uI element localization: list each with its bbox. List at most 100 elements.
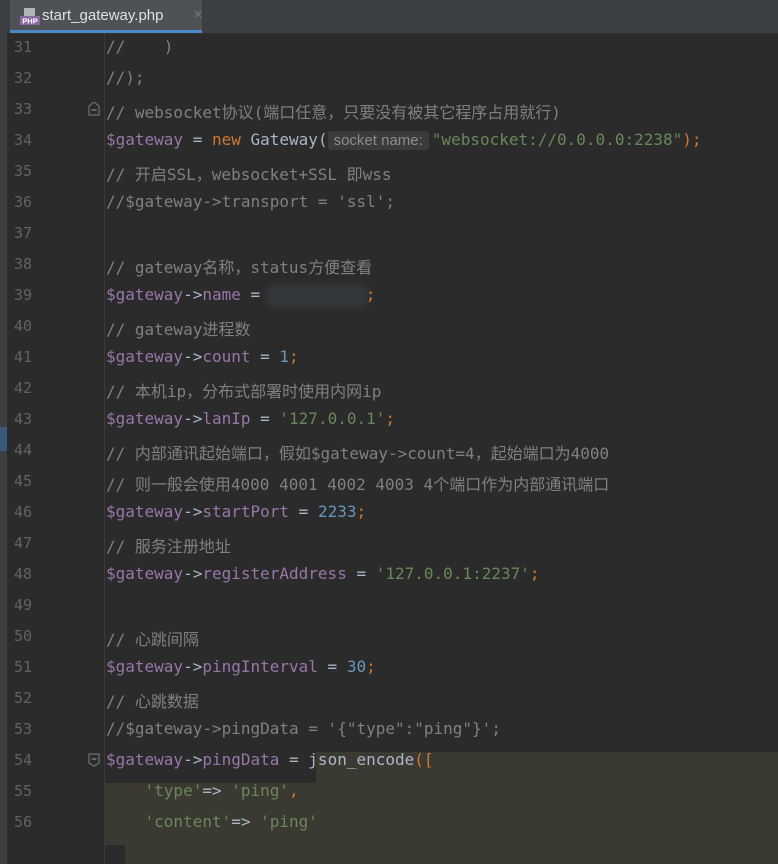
line-number[interactable]: 36 — [14, 193, 44, 211]
line-number[interactable]: 46 — [14, 503, 44, 521]
variable-token: $gateway — [106, 657, 184, 676]
code-text: // ) — [106, 37, 173, 56]
arrow-token: -> — [183, 502, 203, 521]
keyword-token: new — [211, 130, 241, 149]
code-text: $gateway->startPort = 2233; — [106, 502, 366, 521]
line-number[interactable]: 49 — [14, 596, 44, 614]
string-token: "websocket://0.0.0.0:2238" — [431, 130, 683, 149]
line-number[interactable]: 52 — [14, 689, 44, 707]
line-number[interactable]: 32 — [14, 69, 44, 87]
comment-text: // 服务注册地址 — [106, 537, 231, 556]
line-number[interactable]: 44 — [14, 441, 44, 459]
line-number[interactable]: 54 — [14, 751, 44, 769]
line-number[interactable]: 38 — [14, 255, 44, 273]
code-line[interactable]: 52 // 心跳数据 — [0, 684, 778, 715]
string-token: 'ping' — [260, 812, 318, 831]
line-number[interactable]: 42 — [14, 379, 44, 397]
line-number[interactable]: 39 — [14, 286, 44, 304]
code-line[interactable]: 47 // 服务注册地址 — [0, 529, 778, 560]
code-editor[interactable]: 31 // ) 32 //); 33 // websocket协议(端口任意，只要没有被其… — [0, 33, 778, 864]
line-number[interactable]: 43 — [14, 410, 44, 428]
comment-text: // ) — [106, 37, 174, 56]
line-number[interactable]: 34 — [14, 131, 44, 149]
terminator-token: ; — [529, 564, 540, 583]
code-text: // 则一般会使用4000 4001 4002 4003 4个端口作为内部通讯端… — [106, 471, 609, 495]
code-line[interactable]: 53 //$gateway->pingData = '{"type":"ping"… — [0, 715, 778, 746]
code-line[interactable]: 36 //$gateway->transport = 'ssl'; — [0, 188, 778, 219]
code-text: $gateway->pingData = json_encode([ — [106, 750, 434, 769]
code-line[interactable]: 48 $gateway->registerAddress = '127.0.0.1… — [0, 560, 778, 591]
function-token: json_encode — [308, 750, 415, 769]
code-line[interactable]: 34 $gateway = new Gateway(socket name: "we… — [0, 126, 778, 157]
number-token: 30 — [346, 657, 367, 676]
terminator-token: ); — [682, 130, 702, 149]
code-line[interactable]: 31 // ) — [0, 33, 778, 64]
fold-icon[interactable] — [88, 753, 100, 767]
class-token: Gateway( — [240, 130, 328, 149]
line-number[interactable]: 56 — [14, 813, 44, 831]
line-number[interactable]: 41 — [14, 348, 44, 366]
line-number[interactable]: 48 — [14, 565, 44, 583]
line-number[interactable]: 51 — [14, 658, 44, 676]
line-number[interactable]: 31 — [14, 38, 44, 56]
code-line[interactable]: 51 $gateway->pingInterval = 30; — [0, 653, 778, 684]
code-line[interactable]: 46 $gateway->startPort = 2233; — [0, 498, 778, 529]
redacted-value — [269, 287, 366, 304]
line-number[interactable]: 53 — [14, 720, 44, 738]
code-line[interactable]: 41 $gateway->count = 1; — [0, 343, 778, 374]
code-line[interactable]: 50 // 心跳间隔 — [0, 622, 778, 653]
code-line[interactable]: 49 — [0, 591, 778, 622]
code-line[interactable]: 38 // gateway名称，status方便查看 — [0, 250, 778, 281]
tab-start-gateway[interactable]: PHP start_gateway.php × — [10, 0, 203, 33]
line-number[interactable]: 37 — [14, 224, 44, 242]
array-key-token: 'type' — [144, 781, 203, 800]
property-token: name — [202, 285, 241, 304]
code-line[interactable]: 33 // websocket协议(端口任意，只要没有被其它程序占用就行) — [0, 95, 778, 126]
code-text: // 内部通讯起始端口，假如$gateway->count=4，起始端口为400… — [106, 440, 609, 464]
code-line[interactable]: 40 // gateway进程数 — [0, 312, 778, 343]
comment-text: // gateway进程数 — [106, 320, 251, 339]
code-line[interactable]: 35 // 开启SSL，websocket+SSL 即wss — [0, 157, 778, 188]
code-line[interactable]: 56 'content'=> 'ping' — [0, 808, 778, 839]
arrow-token: -> — [183, 564, 203, 583]
code-line[interactable]: 44 // 内部通讯起始端口，假如$gateway->count=4，起始端口为4… — [0, 436, 778, 467]
array-key-token: 'content' — [144, 812, 232, 831]
code-line[interactable]: 43 $gateway->lanIp = '127.0.0.1'; — [0, 405, 778, 436]
code-line[interactable]: 37 — [0, 219, 778, 250]
php-file-icon: PHP — [20, 8, 40, 26]
arrow-token: -> — [183, 657, 203, 676]
editor-tab-bar: PHP start_gateway.php × — [0, 0, 778, 34]
property-token: registerAddress — [202, 564, 347, 583]
variable-token: $gateway — [106, 130, 184, 149]
code-line[interactable]: 42 // 本机ip，分布式部署时使用内网ip — [0, 374, 778, 405]
close-icon[interactable]: × — [193, 7, 203, 21]
arrow-token: -> — [183, 347, 203, 366]
terminator-token: , — [289, 781, 299, 800]
code-text: $gateway->pingInterval = 30; — [106, 657, 376, 676]
variable-token: $gateway — [106, 564, 184, 583]
code-text: $gateway = new Gateway(socket name: "webs… — [106, 130, 702, 150]
operator-token: = — [250, 347, 280, 366]
comment-text: //$gateway->transport = 'ssl'; — [106, 192, 395, 211]
string-token: '127.0.0.1:2237' — [375, 564, 530, 583]
code-line[interactable]: 45 // 则一般会使用4000 4001 4002 4003 4个端口作为内部通… — [0, 467, 778, 498]
line-number[interactable]: 55 — [14, 782, 44, 800]
variable-token: $gateway — [106, 347, 184, 366]
line-number[interactable]: 40 — [14, 317, 44, 335]
operator-token: = — [240, 285, 270, 304]
operator-token: = — [317, 657, 347, 676]
line-number[interactable]: 45 — [14, 472, 44, 490]
fold-icon[interactable] — [88, 102, 100, 116]
code-line[interactable]: 54 $gateway->pingData = json_encode([ — [0, 746, 778, 777]
line-number[interactable]: 50 — [14, 627, 44, 645]
arrow-token: -> — [183, 750, 203, 769]
comment-text: // websocket协议(端口任意，只要没有被其它程序占用就行) — [106, 103, 561, 122]
code-line[interactable]: 39 $gateway->name = ; — [0, 281, 778, 312]
code-line[interactable]: 55 'type'=> 'ping', — [0, 777, 778, 808]
code-line[interactable]: 32 //); — [0, 64, 778, 95]
line-number[interactable]: 35 — [14, 162, 44, 180]
code-text: 'content'=> 'ping' — [106, 812, 318, 831]
comment-text: // 则一般会使用4000 4001 4002 4003 4个端口作为内部通讯端… — [106, 475, 610, 494]
line-number[interactable]: 33 — [14, 100, 44, 118]
line-number[interactable]: 47 — [14, 534, 44, 552]
